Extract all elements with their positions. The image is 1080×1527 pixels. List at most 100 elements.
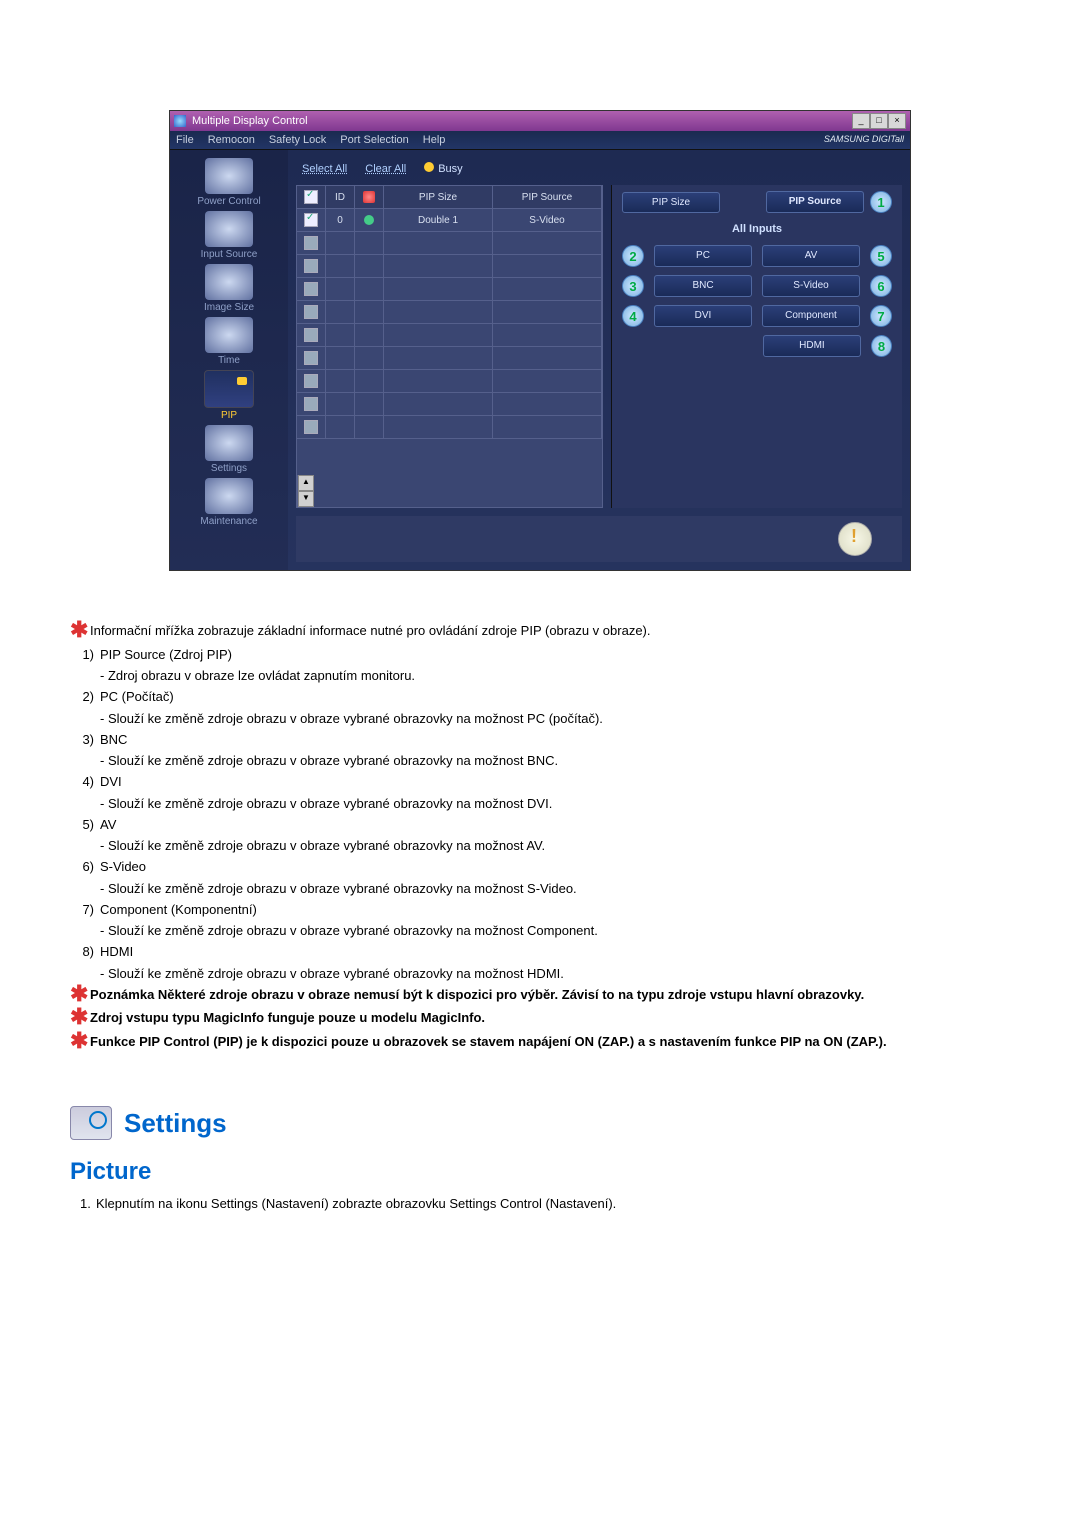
sidebar-item-time[interactable]: Time (179, 317, 279, 366)
list-desc: - Slouží ke změně zdroje obrazu v obraze… (70, 711, 1010, 726)
sidebar-item-input-source[interactable]: Input Source (179, 211, 279, 260)
sidebar-label: Settings (179, 463, 279, 474)
title-text: Multiple Display Control (192, 115, 308, 127)
select-all-button[interactable]: Select All (302, 163, 347, 175)
document-body: Informační mřížka zobrazuje základní inf… (70, 621, 1010, 1214)
header-status-icon (363, 191, 375, 203)
sidebar-item-settings[interactable]: Settings (179, 425, 279, 474)
list-title: BNC (100, 730, 127, 750)
note-text: Zdroj vstupu typu MagicInfo funguje pouz… (90, 1008, 485, 1028)
sidebar-label: Maintenance (179, 516, 279, 527)
row-checkbox[interactable] (304, 397, 318, 411)
settings-icon (205, 425, 253, 461)
status-footer (296, 516, 902, 562)
close-button[interactable]: × (888, 113, 906, 129)
list-number: 2) (70, 687, 94, 707)
all-inputs-label: All Inputs (622, 223, 892, 235)
list-desc: - Slouží ke změně zdroje obrazu v obraze… (70, 838, 1010, 853)
list-desc: - Slouží ke změně zdroje obrazu v obraze… (70, 881, 1010, 896)
sidebar-item-pip[interactable]: PIP (179, 370, 279, 421)
menu-remocon[interactable]: Remocon (208, 134, 255, 146)
grid-row[interactable]: 0 Double 1 S-Video (297, 209, 602, 232)
row-checkbox[interactable] (304, 213, 318, 227)
sidebar-label: PIP (179, 410, 279, 421)
sidebar-item-image-size[interactable]: Image Size (179, 264, 279, 313)
scroll-up-icon[interactable]: ▲ (298, 475, 314, 491)
grid-row[interactable] (297, 324, 602, 347)
menu-port-selection[interactable]: Port Selection (340, 134, 408, 146)
list-title: S-Video (100, 857, 146, 877)
note-text: Funkce PIP Control (PIP) je k dispozici … (90, 1032, 887, 1052)
warning-icon (838, 522, 872, 556)
app-icon (174, 115, 186, 127)
row-checkbox[interactable] (304, 236, 318, 250)
image-size-icon (205, 264, 253, 300)
header-checkbox[interactable] (304, 190, 318, 204)
row-id: 0 (326, 209, 355, 231)
time-icon (205, 317, 253, 353)
sidebar-label: Power Control (179, 196, 279, 207)
input-bnc-button[interactable]: BNC (654, 275, 752, 297)
maximize-button[interactable]: □ (870, 113, 888, 129)
picture-heading: Picture (70, 1158, 1010, 1186)
list-desc: - Zdroj obrazu v obraze lze ovládat zapn… (70, 668, 1010, 683)
list-number: 1) (70, 645, 94, 665)
callout-1: 1 (870, 191, 892, 213)
sidebar-label: Input Source (179, 249, 279, 260)
row-checkbox[interactable] (304, 305, 318, 319)
grid-row[interactable] (297, 393, 602, 416)
grid-row[interactable] (297, 278, 602, 301)
sidebar-item-maintenance[interactable]: Maintenance (179, 478, 279, 527)
note-text: Poznámka Některé zdroje obrazu v obraze … (90, 985, 864, 1005)
list-title: DVI (100, 772, 122, 792)
row-checkbox[interactable] (304, 374, 318, 388)
menu-file[interactable]: File (176, 134, 194, 146)
pip-source-button[interactable]: PIP Source (766, 191, 864, 213)
input-component-button[interactable]: Component (762, 305, 860, 327)
list-title: PIP Source (Zdroj PIP) (100, 645, 232, 665)
grid-row[interactable] (297, 255, 602, 278)
input-pc-button[interactable]: PC (654, 245, 752, 267)
header-pip-source: PIP Source (493, 186, 602, 208)
input-dvi-button[interactable]: DVI (654, 305, 752, 327)
callout-4: 4 (622, 305, 644, 327)
row-checkbox[interactable] (304, 420, 318, 434)
pip-size-button[interactable]: PIP Size (622, 192, 720, 213)
list-title: AV (100, 815, 116, 835)
header-id: ID (326, 186, 355, 208)
row-checkbox[interactable] (304, 282, 318, 296)
star-icon (70, 1008, 90, 1028)
input-svideo-button[interactable]: S-Video (762, 275, 860, 297)
row-checkbox[interactable] (304, 259, 318, 273)
clear-all-button[interactable]: Clear All (365, 163, 406, 175)
row-checkbox[interactable] (304, 351, 318, 365)
input-hdmi-button[interactable]: HDMI (763, 335, 861, 357)
menu-safety-lock[interactable]: Safety Lock (269, 134, 326, 146)
brand-logo: SAMSUNG DIGITall (824, 134, 904, 146)
grid-scrollbar[interactable]: ▲ ▼ (297, 475, 314, 507)
grid-row[interactable] (297, 347, 602, 370)
note-text: Informační mřížka zobrazuje základní inf… (90, 621, 651, 641)
grid-row[interactable] (297, 416, 602, 439)
status-dot-icon (364, 215, 374, 225)
row-pip-source: S-Video (493, 209, 602, 231)
list-number: 7) (70, 900, 94, 920)
grid-row[interactable] (297, 370, 602, 393)
list-desc: - Slouží ke změně zdroje obrazu v obraze… (70, 753, 1010, 768)
settings-section-icon (70, 1106, 112, 1140)
grid-row[interactable] (297, 301, 602, 324)
menu-help[interactable]: Help (423, 134, 446, 146)
row-checkbox[interactable] (304, 328, 318, 342)
callout-3: 3 (622, 275, 644, 297)
sidebar-item-power-control[interactable]: Power Control (179, 158, 279, 207)
input-av-button[interactable]: AV (762, 245, 860, 267)
busy-dot-icon (424, 162, 434, 172)
grid-row[interactable] (297, 232, 602, 255)
info-grid: ID PIP Size PIP Source 0 Double 1 S-Vid (296, 185, 603, 508)
scroll-down-icon[interactable]: ▼ (298, 491, 314, 507)
star-icon (70, 621, 90, 641)
list-number: 8) (70, 942, 94, 962)
sidebar: Power Control Input Source Image Size Ti… (170, 150, 288, 570)
callout-7: 7 (870, 305, 892, 327)
minimize-button[interactable]: _ (852, 113, 870, 129)
